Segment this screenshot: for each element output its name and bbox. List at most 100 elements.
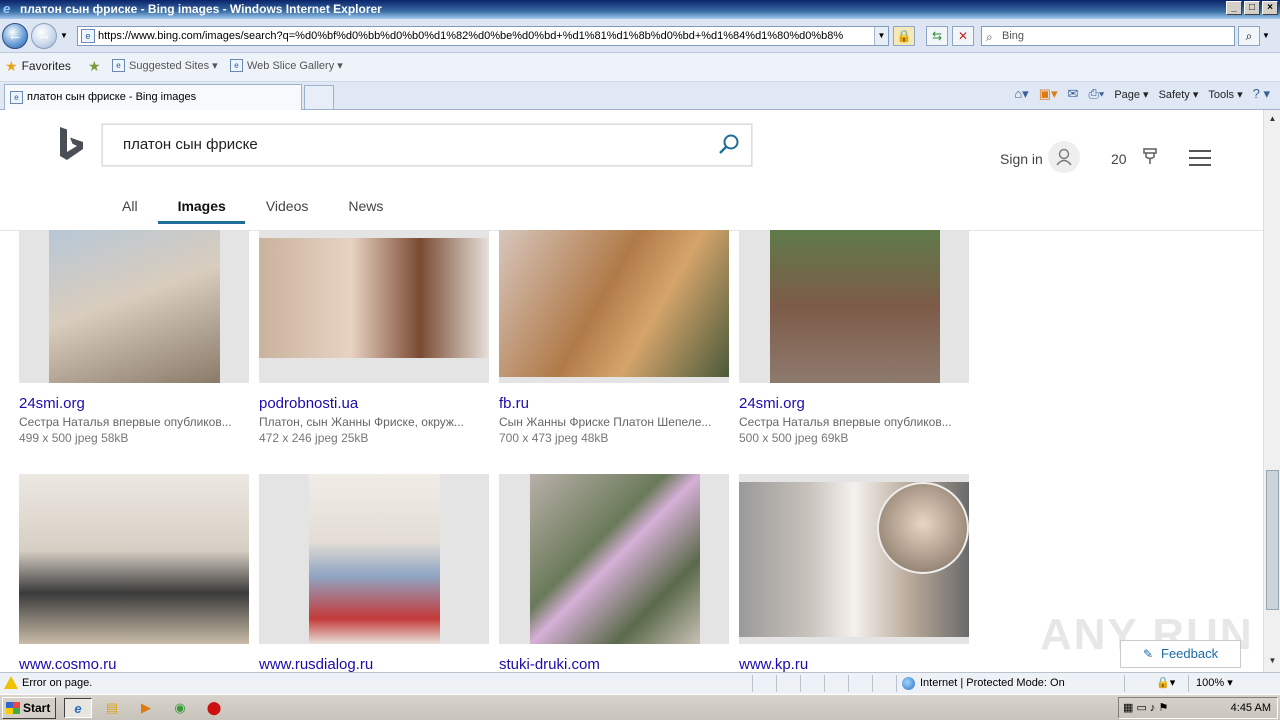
tab-images[interactable]: Images — [157, 198, 246, 224]
minimize-button[interactable]: _ — [1226, 1, 1242, 15]
ie-logo-icon: e — [3, 1, 11, 16]
bing-search-input[interactable]: платон сын фриске — [102, 124, 752, 166]
safety-menu[interactable]: Safety ▾ — [1159, 88, 1199, 101]
scope-tabs: All Images Videos News — [122, 198, 423, 224]
protection-icon[interactable]: 🔒▾ — [1156, 673, 1175, 694]
tab-news[interactable]: News — [348, 198, 383, 214]
result-source[interactable]: podrobnosti.ua — [259, 395, 358, 412]
feedback-button[interactable]: ✎ Feedback — [1120, 640, 1241, 668]
rewards-points[interactable]: 20 — [1111, 151, 1127, 167]
thumbnail-photo — [19, 474, 249, 644]
favorites-star-icon: ★ — [5, 58, 18, 74]
ie-search-input[interactable]: ⌕ Bing — [981, 26, 1235, 46]
status-bar: Error on page. Internet | Protected Mode… — [0, 672, 1280, 694]
taskbar-explorer-icon[interactable]: ▤ — [98, 698, 126, 718]
start-label: Start — [23, 701, 51, 715]
tray-network-icon[interactable]: ▦ ▭ ♪ ⚑ — [1123, 698, 1168, 718]
result-source[interactable]: www.rusdialog.ru — [259, 656, 373, 672]
feeds-icon[interactable]: ▣▾ — [1039, 86, 1058, 102]
taskbar: Start e ▤ ▶ ◉ ⬤ ▦ ▭ ♪ ⚑ 4:45 AM — [0, 694, 1280, 720]
close-button[interactable]: × — [1262, 1, 1278, 15]
avatar-icon[interactable] — [1048, 141, 1080, 173]
zoom-value: 100% — [1196, 677, 1225, 689]
security-zone[interactable]: Internet | Protected Mode: On — [902, 673, 1065, 694]
scrollbar-thumb[interactable] — [1266, 470, 1279, 610]
page-scrollbar[interactable]: ▲ ▼ — [1263, 110, 1280, 672]
help-menu[interactable]: ? ▾ — [1253, 86, 1270, 102]
image-thumbnail[interactable] — [19, 230, 249, 383]
search-icon: ⌕ — [986, 30, 993, 44]
result-description: Сестра Наталья впервые опубликов... — [739, 415, 952, 429]
windows-flag-icon — [6, 702, 20, 714]
result-source[interactable]: www.cosmo.ru — [19, 656, 117, 672]
search-options-icon[interactable]: ▼ — [1262, 31, 1270, 40]
taskbar-chrome-icon[interactable]: ◉ — [166, 698, 194, 718]
scroll-up-icon[interactable]: ▲ — [1266, 112, 1279, 126]
image-thumbnail[interactable] — [739, 474, 969, 644]
zone-label: Internet | Protected Mode: On — [920, 677, 1065, 689]
address-dropdown-icon[interactable]: ▼ — [874, 27, 888, 45]
taskbar-shield-icon[interactable]: ⬤ — [200, 698, 228, 718]
maximize-button[interactable]: □ — [1244, 1, 1260, 15]
zoom-level[interactable]: 100% ▾ — [1196, 673, 1233, 694]
status-error[interactable]: Error on page. — [22, 673, 92, 694]
address-bar[interactable]: e https://www.bing.com/images/search?q=%… — [77, 26, 889, 46]
stop-icon[interactable]: ✕ — [952, 26, 974, 46]
recent-pages-dropdown-icon[interactable]: ▼ — [60, 31, 68, 40]
web-slice-gallery-button[interactable]: e Web Slice Gallery ▾ — [230, 59, 343, 72]
favorites-button[interactable]: ★ Favorites — [5, 59, 71, 73]
result-meta: 700 x 473 jpeg 48kB — [499, 431, 609, 445]
image-thumbnail[interactable] — [499, 474, 729, 644]
tab-bing-images[interactable]: e платон сын фриске - Bing images — [4, 84, 302, 110]
thumbnail-photo — [49, 230, 220, 383]
new-tab-button[interactable] — [304, 85, 334, 109]
image-thumbnail[interactable] — [19, 474, 249, 644]
result-source[interactable]: 24smi.org — [739, 395, 805, 412]
clock[interactable]: 4:45 AM — [1231, 698, 1271, 718]
read-mail-icon[interactable]: ✉ — [1068, 86, 1079, 102]
result-description: Сын Жанны Фриске Платон Шепеле... — [499, 415, 712, 429]
sign-in-link[interactable]: Sign in — [1000, 151, 1043, 167]
warning-icon[interactable] — [4, 676, 18, 689]
inset-photo — [877, 482, 969, 574]
result-meta: 472 x 246 jpeg 25kB — [259, 431, 369, 445]
image-thumbnail[interactable] — [739, 230, 969, 383]
tab-bar: e платон сын фриске - Bing images ⌂▾ ▣▾ … — [0, 82, 1280, 110]
result-source[interactable]: www.kp.ru — [739, 656, 808, 672]
refresh-icon[interactable]: ⇆ — [926, 26, 948, 46]
back-button[interactable]: ← — [2, 23, 28, 49]
tab-videos[interactable]: Videos — [266, 198, 309, 214]
result-source[interactable]: stuki-druki.com — [499, 656, 600, 672]
forward-button[interactable]: → — [31, 23, 57, 49]
image-thumbnail[interactable] — [259, 230, 489, 383]
bing-page: платон сын фриске Sign in 20 All Images … — [0, 110, 1263, 672]
scroll-down-icon[interactable]: ▼ — [1266, 654, 1279, 668]
tab-all[interactable]: All — [122, 198, 138, 214]
suggested-sites-button[interactable]: e Suggested Sites ▾ — [112, 59, 218, 72]
taskbar-media-icon[interactable]: ▶ — [132, 698, 160, 718]
bing-logo-icon[interactable] — [58, 125, 86, 163]
image-thumbnail[interactable] — [499, 230, 729, 383]
image-thumbnail[interactable] — [259, 474, 489, 644]
home-icon[interactable]: ⌂▾ — [1014, 86, 1028, 102]
print-icon[interactable]: ⎙▾ — [1088, 86, 1104, 102]
system-tray: ▦ ▭ ♪ ⚑ 4:45 AM — [1118, 697, 1278, 719]
rewards-trophy-icon[interactable] — [1141, 148, 1159, 166]
menu-icon[interactable] — [1189, 150, 1211, 166]
search-icon[interactable] — [717, 133, 741, 157]
result-source[interactable]: fb.ru — [499, 395, 529, 412]
tools-menu[interactable]: Tools ▾ — [1208, 88, 1242, 101]
favorites-bar: ★ Favorites ★ e Suggested Sites ▾ e Web … — [0, 53, 1280, 82]
page-menu[interactable]: Page ▾ — [1114, 88, 1148, 101]
lock-icon[interactable]: 🔒 — [893, 26, 915, 46]
taskbar-ie-icon[interactable]: e — [64, 698, 92, 718]
thumbnail-photo — [499, 230, 729, 377]
navigation-bar: ← → ▼ e https://www.bing.com/images/sear… — [0, 19, 1280, 53]
add-favorite-button[interactable]: ★ — [88, 59, 101, 73]
web-slice-label: Web Slice Gallery ▾ — [247, 60, 343, 72]
search-go-button[interactable]: ⌕ — [1238, 26, 1260, 46]
start-button[interactable]: Start — [2, 697, 56, 719]
result-meta: 499 x 500 jpeg 58kB — [19, 431, 129, 445]
result-source[interactable]: 24smi.org — [19, 395, 85, 412]
thumbnail-photo — [770, 230, 940, 383]
